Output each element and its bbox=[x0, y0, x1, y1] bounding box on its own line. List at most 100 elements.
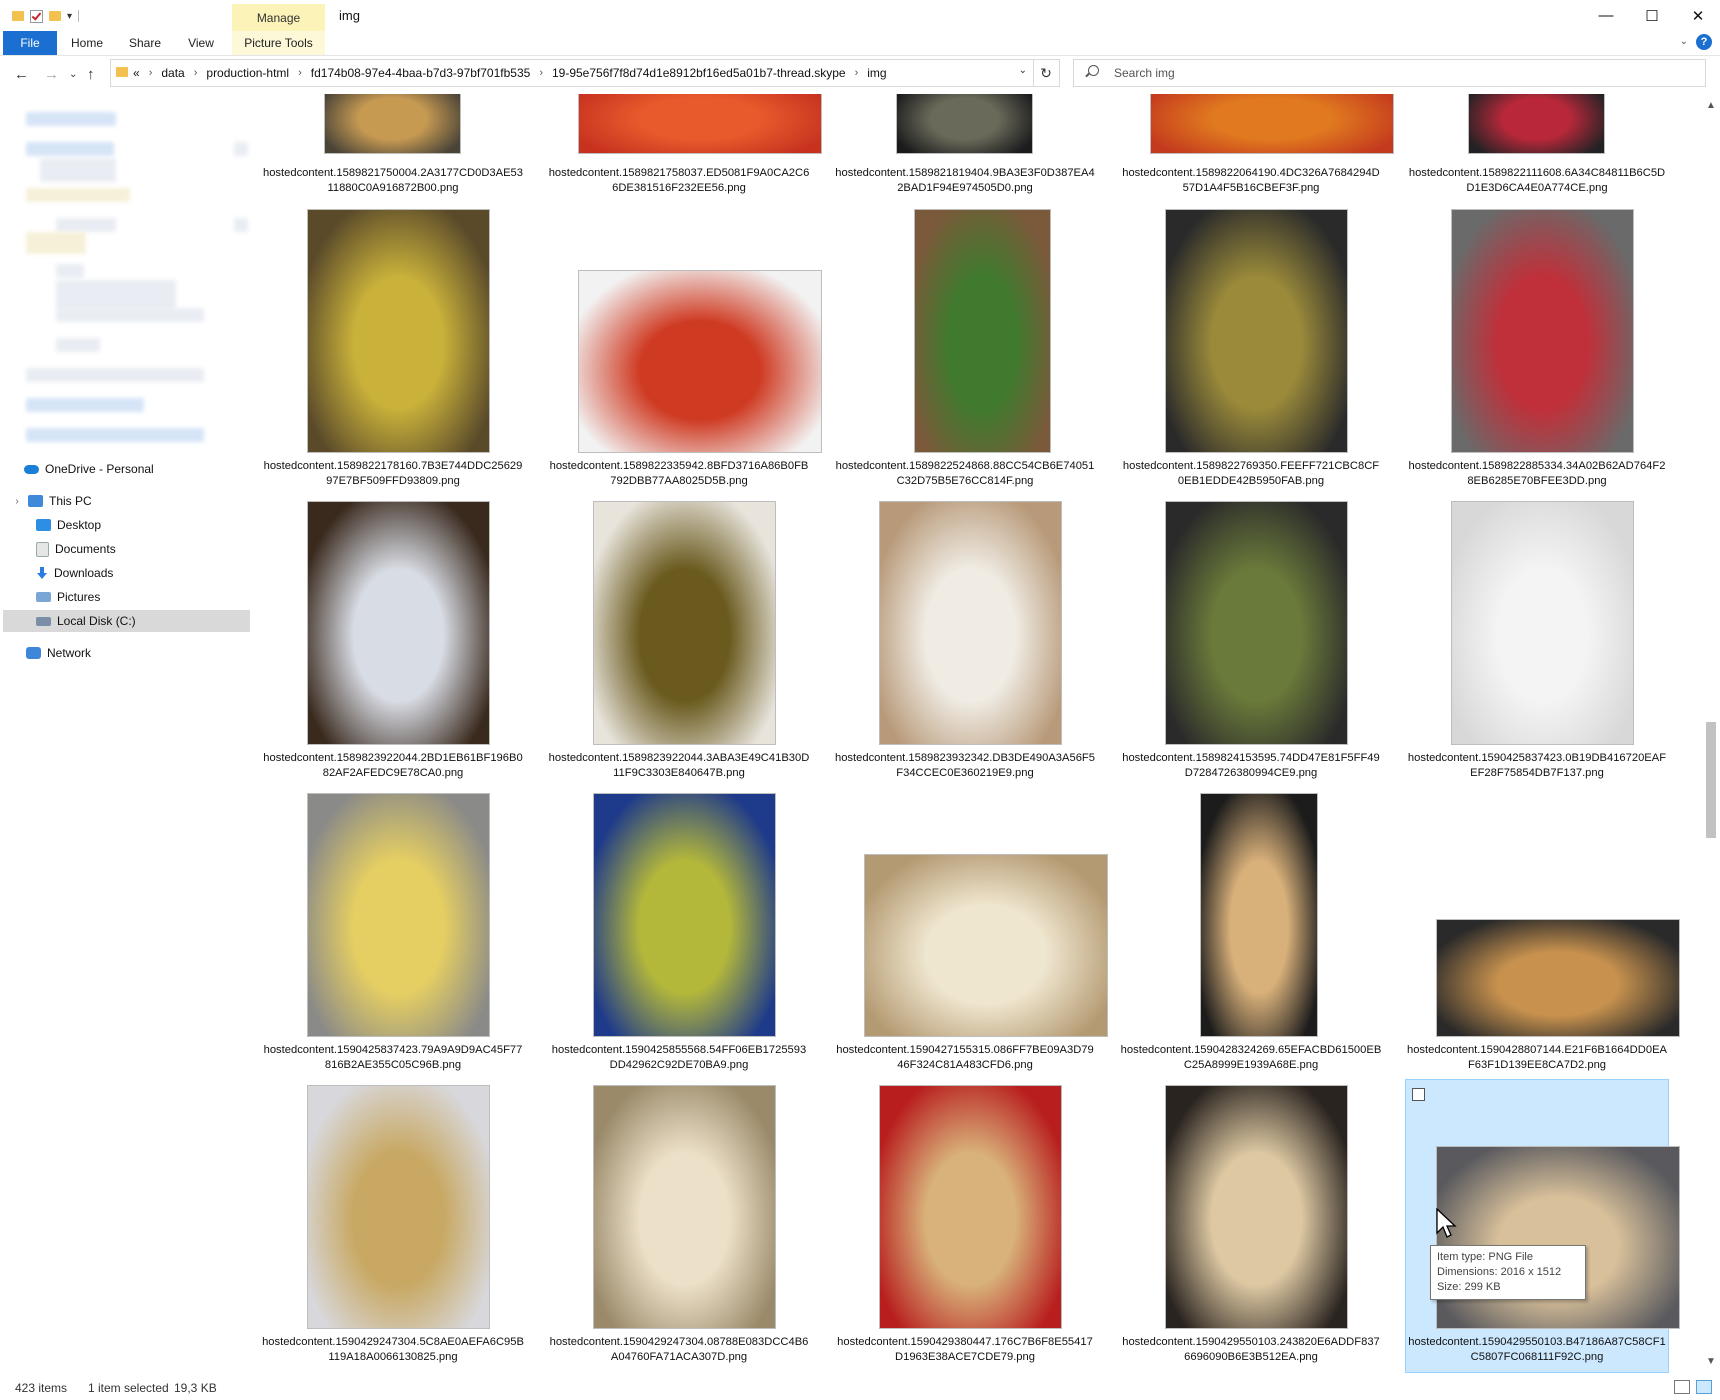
blurred-quick-access-item[interactable] bbox=[56, 280, 176, 310]
crumb-thread-folder[interactable]: 19-95e756f7f8d74d1e8912bf16ed5a01b7-thre… bbox=[552, 66, 846, 80]
file-tile[interactable]: hostedcontent.1590429247304.08788E083DCC… bbox=[548, 1080, 810, 1372]
maximize-button[interactable]: ☐ bbox=[1629, 0, 1675, 31]
search-input[interactable]: Search img bbox=[1114, 66, 1175, 80]
details-view-icon[interactable] bbox=[1674, 1380, 1690, 1394]
blurred-quick-access-item[interactable] bbox=[40, 158, 116, 182]
file-tile[interactable]: hostedcontent.1589823932342.DB3DE490A3A5… bbox=[834, 496, 1096, 788]
crumb-img[interactable]: img bbox=[867, 66, 886, 80]
sidebar-item-downloads[interactable]: Downloads bbox=[36, 562, 113, 584]
scroll-thumb[interactable] bbox=[1706, 722, 1716, 838]
search-box[interactable]: Search img bbox=[1073, 59, 1706, 87]
file-tile[interactable]: hostedcontent.1589823922044.3ABA3E49C41B… bbox=[548, 496, 810, 788]
properties-icon[interactable] bbox=[30, 9, 43, 23]
sidebar-item-documents[interactable]: Documents bbox=[36, 538, 116, 560]
file-tile[interactable]: hostedcontent.1590429380447.176C7B6F8E55… bbox=[834, 1080, 1096, 1372]
file-tile[interactable]: hostedcontent.1590428807144.E21F6B1664DD… bbox=[1406, 788, 1680, 1080]
chevron-right-icon[interactable]: › bbox=[539, 67, 543, 79]
up-arrow-icon[interactable]: ↑ bbox=[87, 66, 95, 83]
pin-icon[interactable] bbox=[234, 142, 248, 156]
image-thumbnail[interactable] bbox=[879, 1085, 1062, 1329]
image-thumbnail[interactable] bbox=[307, 209, 490, 453]
sidebar-item-local-disk[interactable]: Local Disk (C:) bbox=[3, 610, 250, 632]
address-bar[interactable]: « › data › production-html › fd174b08-97… bbox=[110, 59, 1034, 87]
recent-locations-chevron-icon[interactable]: ⌄ bbox=[69, 69, 77, 80]
image-thumbnail[interactable] bbox=[914, 209, 1051, 453]
vertical-scrollbar[interactable]: ▲ ▼ bbox=[1702, 94, 1720, 1374]
file-tile[interactable]: hostedcontent.1590428324269.65EFACBD6150… bbox=[1120, 788, 1382, 1080]
file-tile[interactable]: hostedcontent.1590427155315.086FF7BE09A3… bbox=[834, 788, 1108, 1080]
tab-home[interactable]: Home bbox=[64, 31, 110, 55]
image-thumbnail[interactable] bbox=[307, 793, 490, 1037]
breadcrumb-overflow[interactable]: « bbox=[133, 66, 140, 80]
tab-share[interactable]: Share bbox=[122, 31, 168, 55]
image-thumbnail[interactable] bbox=[593, 1085, 776, 1329]
image-thumbnail[interactable] bbox=[578, 94, 822, 154]
blurred-quick-access-item[interactable] bbox=[56, 338, 100, 352]
expand-ribbon-icon[interactable]: ⌄ bbox=[1680, 36, 1688, 47]
file-tile[interactable]: hostedcontent.1589822524868.88CC54CB6E74… bbox=[834, 204, 1096, 496]
image-thumbnail[interactable] bbox=[1436, 1146, 1680, 1329]
file-tile[interactable]: hostedcontent.1589822335942.8BFD3716A86B… bbox=[548, 204, 822, 496]
tab-view[interactable]: View bbox=[178, 31, 224, 55]
sidebar-item-desktop[interactable]: Desktop bbox=[36, 514, 101, 536]
sidebar-item-pictures[interactable]: Pictures bbox=[36, 586, 100, 608]
forward-arrow-icon[interactable]: → bbox=[44, 66, 59, 83]
image-thumbnail[interactable] bbox=[307, 501, 490, 745]
file-tile[interactable]: hostedcontent.1589822769350.FEEFF721CBC8… bbox=[1120, 204, 1382, 496]
select-checkbox[interactable] bbox=[1412, 1088, 1425, 1101]
manage-contextual-tab[interactable]: Manage bbox=[232, 4, 325, 31]
image-thumbnail[interactable] bbox=[879, 501, 1062, 745]
help-icon[interactable]: ? bbox=[1696, 34, 1712, 50]
file-tile[interactable]: hostedcontent.1590425855568.54FF06EB1725… bbox=[548, 788, 810, 1080]
file-grid[interactable]: hostedcontent.1589821750004.2A3177CD0D3A… bbox=[252, 94, 1702, 1374]
sidebar-item-this-pc[interactable]: › This PC bbox=[10, 490, 91, 512]
chevron-right-icon[interactable]: › bbox=[194, 67, 198, 79]
image-thumbnail[interactable] bbox=[896, 94, 1033, 154]
chevron-right-icon[interactable]: › bbox=[149, 67, 153, 79]
blurred-quick-access-item[interactable] bbox=[26, 398, 144, 412]
scroll-up-icon[interactable]: ▲ bbox=[1706, 100, 1716, 111]
image-thumbnail[interactable] bbox=[578, 270, 822, 453]
scroll-down-icon[interactable]: ▼ bbox=[1706, 1356, 1716, 1367]
crumb-production-html[interactable]: production-html bbox=[206, 66, 289, 80]
minimize-button[interactable]: — bbox=[1583, 0, 1629, 31]
image-thumbnail[interactable] bbox=[1200, 793, 1318, 1037]
address-dropdown-icon[interactable]: ⌄ bbox=[1019, 65, 1027, 76]
file-tile[interactable]: hostedcontent.1589823922044.2BD1EB61BF19… bbox=[262, 496, 524, 788]
blurred-quick-access-item[interactable] bbox=[26, 112, 116, 126]
image-thumbnail[interactable] bbox=[1150, 94, 1394, 154]
image-thumbnail[interactable] bbox=[1468, 94, 1605, 154]
file-tile[interactable]: hostedcontent.1590425837423.0B19DB416720… bbox=[1406, 496, 1668, 788]
sidebar-item-onedrive[interactable]: OneDrive - Personal bbox=[24, 458, 154, 480]
image-thumbnail[interactable] bbox=[864, 854, 1108, 1037]
chevron-right-icon[interactable]: › bbox=[10, 496, 24, 507]
back-arrow-icon[interactable]: ← bbox=[14, 66, 29, 83]
file-tile[interactable]: hostedcontent.1590429550103.243820E6ADDF… bbox=[1120, 1080, 1382, 1372]
file-tile[interactable]: hostedcontent.1589824153595.74DD47E81F5F… bbox=[1120, 496, 1382, 788]
image-thumbnail[interactable] bbox=[1436, 919, 1680, 1037]
image-thumbnail[interactable] bbox=[324, 94, 461, 154]
tab-picture-tools[interactable]: Picture Tools bbox=[232, 31, 325, 55]
chevron-right-icon[interactable]: › bbox=[298, 67, 302, 79]
file-tile[interactable]: hostedcontent.1590425837423.79A9A9D9AC45… bbox=[262, 788, 524, 1080]
blurred-quick-access-item[interactable] bbox=[26, 188, 130, 202]
blurred-quick-access-item[interactable] bbox=[26, 428, 204, 442]
pin-icon[interactable] bbox=[234, 218, 248, 232]
crumb-guid-folder[interactable]: fd174b08-97e4-4baa-b7d3-97bf701fb535 bbox=[311, 66, 531, 80]
blurred-quick-access-item[interactable] bbox=[26, 368, 204, 382]
close-button[interactable]: ✕ bbox=[1675, 0, 1720, 31]
blurred-quick-access-item[interactable] bbox=[26, 142, 114, 156]
file-tile[interactable]: hostedcontent.1590429247304.5C8AE0AEFA6C… bbox=[262, 1080, 524, 1372]
customize-toolbar-icon[interactable]: ▾ bbox=[67, 11, 72, 22]
sidebar-item-network[interactable]: Network bbox=[26, 642, 91, 664]
image-thumbnail[interactable] bbox=[307, 1085, 490, 1329]
image-thumbnail[interactable] bbox=[1451, 209, 1634, 453]
image-thumbnail[interactable] bbox=[1165, 501, 1348, 745]
blurred-quick-access-item[interactable] bbox=[56, 308, 204, 322]
large-icons-view-icon[interactable] bbox=[1696, 1380, 1712, 1394]
refresh-button[interactable]: ↻ bbox=[1033, 59, 1060, 87]
file-tile[interactable]: hostedcontent.1589822178160.7B3E744DDC25… bbox=[262, 204, 524, 496]
image-thumbnail[interactable] bbox=[1165, 1085, 1348, 1329]
blurred-quick-access-item[interactable] bbox=[56, 264, 84, 278]
image-thumbnail[interactable] bbox=[593, 501, 776, 745]
